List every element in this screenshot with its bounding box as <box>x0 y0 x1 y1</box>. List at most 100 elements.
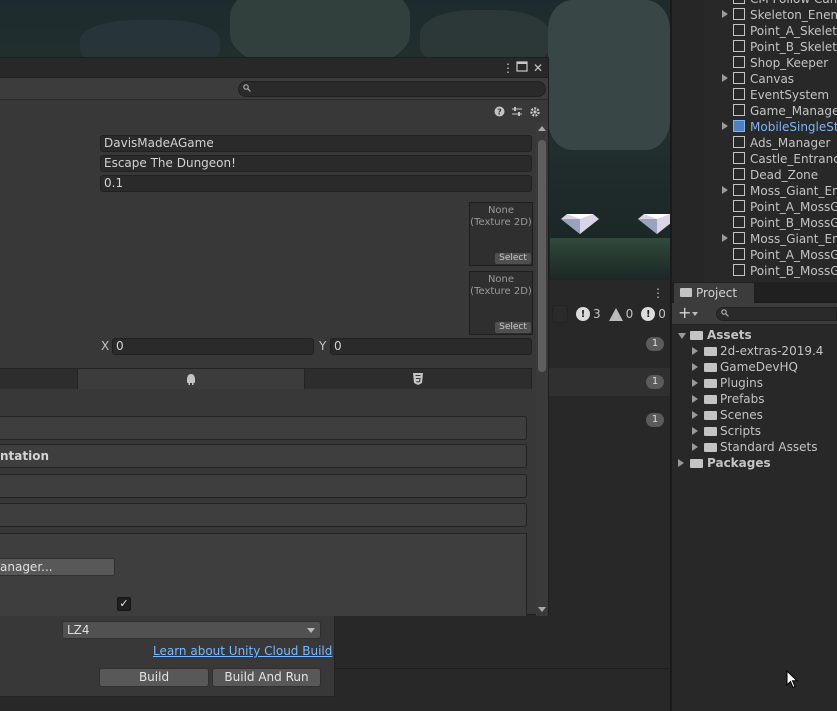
project-folder[interactable]: GameDevHQ <box>672 359 837 375</box>
hierarchy-item[interactable]: Point_B_Skeleto <box>672 39 837 55</box>
hierarchy-item[interactable]: CM Follow Cam <box>672 0 837 7</box>
gear-icon[interactable] <box>529 106 541 121</box>
console-entry-count: 1 <box>646 337 664 351</box>
section-header[interactable] <box>0 416 527 440</box>
window-title-bar[interactable]: ⋮ ✕ <box>0 58 548 78</box>
scene-rock <box>548 0 670 150</box>
fold-closed-icon[interactable] <box>692 443 698 451</box>
fold-closed-icon[interactable] <box>692 395 698 403</box>
project-folder[interactable]: Prefabs <box>672 391 837 407</box>
hierarchy-item[interactable]: Point_A_MossG <box>672 199 837 215</box>
console-search-input[interactable] <box>552 305 568 323</box>
assets-folder[interactable]: Assets <box>672 327 837 343</box>
hierarchy-panel: CM Follow CamSkeleton_Enem Point_A_Skelet… <box>672 0 837 282</box>
hierarchy-item[interactable]: Moss_Giant_Ene <box>672 183 837 199</box>
preset-icon[interactable] <box>511 106 523 121</box>
cloud-build-link[interactable]: Learn about Unity Cloud Build <box>153 644 332 658</box>
console-info-toggle[interactable]: ! 0 <box>641 307 666 321</box>
fold-closed-icon[interactable] <box>692 427 698 435</box>
fold-closed-icon[interactable] <box>692 363 698 371</box>
close-icon[interactable]: ✕ <box>533 60 543 76</box>
packages-label: Packages <box>707 456 771 470</box>
console-error-toggle[interactable]: ! 3 <box>576 307 601 321</box>
folder-icon <box>704 395 717 404</box>
create-button[interactable]: + <box>678 305 698 321</box>
console-entry[interactable]: 1 <box>548 406 670 434</box>
fold-closed-icon[interactable] <box>722 10 728 18</box>
project-folder-label: Standard Assets <box>720 440 818 454</box>
console-entry[interactable]: 1 <box>548 330 670 358</box>
console-menu-icon[interactable]: ⋮ <box>652 286 664 300</box>
build-and-run-button[interactable]: Build And Run <box>212 668 321 687</box>
hierarchy-item[interactable]: Moss_Giant_Ene <box>672 231 837 247</box>
default-icon-slot[interactable]: None (Texture 2D) Select <box>469 202 533 266</box>
console-warning-toggle[interactable]: 0 <box>608 307 633 321</box>
hierarchy-item[interactable]: Canvas <box>672 71 837 87</box>
hierarchy-item[interactable]: Point_B_MossG <box>672 263 837 279</box>
fold-closed-icon[interactable] <box>692 379 698 387</box>
hierarchy-item[interactable]: Ads_Manager <box>672 135 837 151</box>
scroll-down-icon[interactable] <box>538 607 546 612</box>
hierarchy-item[interactable]: Skeleton_Enem <box>672 7 837 23</box>
fold-closed-icon[interactable] <box>692 411 698 419</box>
manager-button[interactable]: anager... <box>0 558 115 576</box>
help-icon[interactable]: ? <box>494 106 505 121</box>
fold-open-icon[interactable] <box>678 333 686 339</box>
hierarchy-item-label: Game_Manager <box>750 104 837 118</box>
project-folder[interactable]: Standard Assets <box>672 439 837 455</box>
folder-open-icon <box>690 331 703 340</box>
scroll-up-icon[interactable] <box>538 126 546 131</box>
project-folder[interactable]: Scenes <box>672 407 837 423</box>
default-cursor-slot[interactable]: None (Texture 2D) Select <box>469 271 533 335</box>
section-resolution-presentation[interactable]: ntation <box>0 444 527 468</box>
fold-closed-icon[interactable] <box>692 347 698 355</box>
fold-closed-icon[interactable] <box>678 459 684 467</box>
texture-select-button[interactable]: Select <box>495 253 531 264</box>
hierarchy-item[interactable]: Point_B_MossG <box>672 215 837 231</box>
scene-diamond <box>561 214 599 234</box>
version-field[interactable]: 0.1 <box>100 175 532 192</box>
fold-closed-icon[interactable] <box>722 74 728 82</box>
console-entry[interactable]: 1 <box>548 368 670 396</box>
settings-checkbox[interactable]: ✓ <box>117 597 131 611</box>
packages-folder[interactable]: Packages <box>672 455 837 471</box>
hierarchy-item[interactable]: MobileSingleSti <box>672 119 837 135</box>
scrollbar-thumb[interactable] <box>538 140 546 372</box>
company-name-field[interactable]: DavisMadeAGame <box>100 135 532 152</box>
hierarchy-item[interactable]: Point_A_Skeleto <box>672 23 837 39</box>
hotspot-y-field[interactable]: 0 <box>330 338 532 355</box>
compression-dropdown[interactable]: LZ4 <box>62 621 321 639</box>
gameobject-cube-icon <box>733 216 745 228</box>
fold-closed-icon[interactable] <box>722 186 728 194</box>
build-button[interactable]: Build <box>99 668 209 687</box>
product-name-field[interactable]: Escape The Dungeon! <box>100 155 532 172</box>
console-bottom-divider <box>335 668 670 669</box>
tab-project[interactable]: Project <box>674 283 754 303</box>
project-folder[interactable]: Scripts <box>672 423 837 439</box>
fold-closed-icon[interactable] <box>722 234 728 242</box>
section-header[interactable] <box>0 503 527 527</box>
settings-search-row <box>0 78 548 100</box>
project-folder[interactable]: Plugins <box>672 375 837 391</box>
hierarchy-item[interactable]: Point_A_MossG <box>672 247 837 263</box>
project-folder[interactable]: 2d-extras-2019.4 <box>672 343 837 359</box>
texture-select-button[interactable]: Select <box>495 322 531 333</box>
tab-android[interactable] <box>78 369 305 389</box>
tab-standalone[interactable] <box>0 369 78 389</box>
hierarchy-item[interactable]: Game_Manager <box>672 103 837 119</box>
folder-icon <box>704 427 717 436</box>
project-search-input[interactable] <box>716 307 837 321</box>
fold-closed-icon[interactable] <box>722 122 728 130</box>
settings-search-input[interactable] <box>238 81 546 97</box>
hierarchy-item[interactable]: Castle_Entrance <box>672 151 837 167</box>
section-header[interactable] <box>0 474 527 498</box>
window-menu-icon[interactable]: ⋮ <box>502 60 514 76</box>
maximize-icon[interactable] <box>516 60 528 76</box>
hierarchy-item[interactable]: Shop_Keeper <box>672 55 837 71</box>
build-settings-panel: LZ4 Learn about Unity Cloud Build Build … <box>0 615 335 697</box>
tab-webgl[interactable] <box>305 369 532 389</box>
vertical-scrollbar[interactable] <box>536 122 548 616</box>
hotspot-x-field[interactable]: 0 <box>112 338 314 355</box>
hierarchy-item[interactable]: EventSystem <box>672 87 837 103</box>
hierarchy-item[interactable]: Dead_Zone <box>672 167 837 183</box>
